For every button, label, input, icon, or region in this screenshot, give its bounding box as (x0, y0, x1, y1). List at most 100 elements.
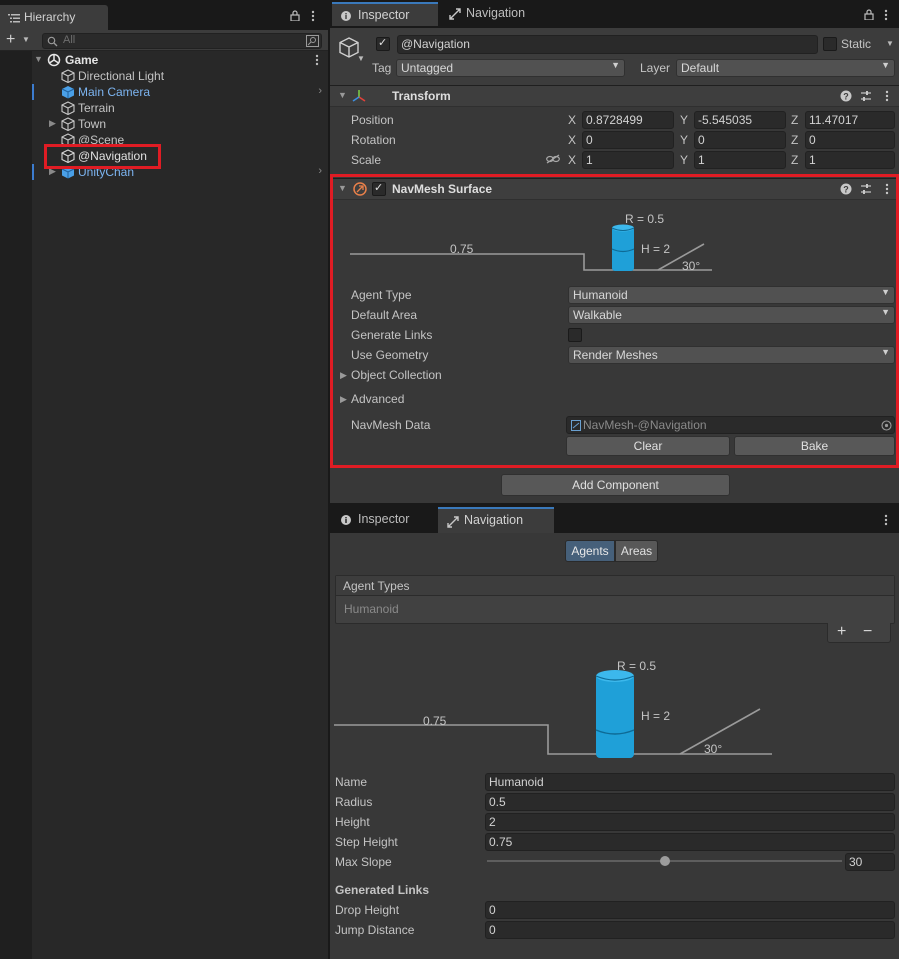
search-filter-icon[interactable] (306, 35, 319, 47)
tab-label: Navigation (466, 6, 526, 20)
scale-z-field[interactable]: 1 (805, 151, 895, 169)
component-menu-icon[interactable] (885, 90, 889, 102)
object-name-field[interactable]: @Navigation (397, 35, 818, 54)
hierarchy-tab-bar: Hierarchy (0, 0, 328, 30)
scene-menu-icon[interactable] (315, 54, 319, 66)
navigation-tab-bar: Inspector Navigation (330, 503, 899, 533)
z-axis-label[interactable]: Z (791, 153, 798, 167)
tab-navigation[interactable]: Navigation (438, 507, 554, 533)
y-axis-label[interactable]: Y (680, 153, 688, 167)
name-field[interactable]: Humanoid (485, 773, 895, 791)
y-axis-label[interactable]: Y (680, 133, 688, 147)
x-axis-label[interactable]: X (568, 133, 576, 147)
remove-agent-button[interactable]: − (863, 623, 872, 641)
radius-field[interactable]: 0.5 (485, 793, 895, 811)
icon-dropdown-caret-icon[interactable]: ▼ (357, 54, 365, 63)
hierarchy-scene-row[interactable]: ▼ Game (32, 52, 328, 68)
kebab-menu-icon[interactable] (311, 10, 315, 22)
add-agent-button[interactable]: + (837, 623, 846, 641)
z-axis-label[interactable]: Z (791, 133, 798, 147)
kebab-menu-icon[interactable] (884, 514, 888, 526)
rotation-y-field[interactable]: 0 (694, 131, 786, 149)
constrain-proportions-icon[interactable] (546, 154, 560, 164)
diagram-step-label: 0.75 (423, 714, 447, 728)
position-z-field[interactable]: 11.47017 (805, 111, 895, 129)
drop-height-field[interactable]: 0 (485, 901, 895, 919)
jump-distance-field[interactable]: 0 (485, 921, 895, 939)
tab-inspector[interactable]: Inspector (332, 2, 438, 26)
position-y-field[interactable]: -5.545035 (694, 111, 786, 129)
position-label: Position (351, 113, 394, 127)
chevron-down-icon: ▼ (611, 60, 620, 70)
active-checkbox[interactable] (376, 36, 390, 51)
hierarchy-item-terrain[interactable]: Terrain (32, 100, 328, 116)
gameobject-cube-icon (61, 101, 75, 115)
modified-marker (32, 164, 34, 180)
tab-navigation[interactable]: Navigation (440, 2, 550, 26)
height-field[interactable]: 2 (485, 813, 895, 831)
search-placeholder: All (63, 34, 76, 46)
tag-dropdown[interactable]: Untagged ▼ (396, 59, 625, 77)
help-icon[interactable]: ? (840, 90, 852, 102)
tab-inspector[interactable]: Inspector (332, 508, 438, 532)
expand-arrow-icon[interactable]: ▼ (34, 54, 43, 64)
gameobject-cube-icon (61, 117, 75, 131)
item-label: Town (78, 117, 107, 131)
info-icon (341, 11, 351, 21)
max-slope-slider-thumb[interactable] (659, 856, 670, 866)
transform-body: Position Rotation Scale X 0.8728499 Y -5… (330, 108, 899, 174)
expand-arrow-icon[interactable]: ▼ (338, 90, 347, 100)
hierarchy-item-town[interactable]: ▶ Town (32, 116, 328, 132)
jump-distance-label: Jump Distance (335, 923, 415, 937)
scale-label: Scale (351, 153, 382, 167)
navigation-panel: Inspector Navigation Agents Areas Agent … (330, 503, 899, 959)
scene-label: Game (65, 53, 99, 67)
chevron-down-icon[interactable]: ▼ (22, 35, 30, 44)
chevron-right-icon[interactable]: › (318, 85, 322, 97)
position-x-field[interactable]: 0.8728499 (582, 111, 674, 129)
rotation-x-field[interactable]: 0 (582, 131, 674, 149)
chevron-down-icon: ▼ (881, 60, 890, 70)
inspector-tab-bar: Inspector Navigation (330, 0, 899, 28)
lock-icon[interactable] (864, 9, 874, 20)
item-label: Terrain (78, 101, 115, 115)
add-plus-icon[interactable]: + (6, 32, 15, 48)
areas-segment-button[interactable]: Areas (615, 540, 658, 562)
hierarchy-search-field[interactable]: All (42, 33, 322, 49)
highlight-box-navigation-item (44, 144, 161, 169)
max-slope-field[interactable]: 30 (845, 853, 895, 871)
add-component-button[interactable]: Add Component (501, 474, 730, 496)
agent-types-header: Agent Types (336, 576, 894, 596)
hierarchy-item-directional-light[interactable]: Directional Light (32, 68, 328, 84)
rotation-z-field[interactable]: 0 (805, 131, 895, 149)
y-axis-label[interactable]: Y (680, 113, 688, 127)
scale-x-field[interactable]: 1 (582, 151, 674, 169)
static-dropdown-caret-icon[interactable]: ▼ (886, 39, 894, 48)
z-axis-label[interactable]: Z (791, 113, 798, 127)
tab-hierarchy[interactable]: Hierarchy (0, 5, 108, 30)
static-checkbox[interactable] (823, 37, 837, 51)
x-axis-label[interactable]: X (568, 153, 576, 167)
kebab-menu-icon[interactable] (884, 9, 888, 21)
lock-icon[interactable] (290, 10, 300, 21)
rotation-label: Rotation (351, 133, 396, 147)
generated-links-heading: Generated Links (335, 883, 430, 897)
preset-icon[interactable] (860, 90, 872, 102)
layer-dropdown[interactable]: Default ▼ (676, 59, 895, 77)
scale-y-field[interactable]: 1 (694, 151, 786, 169)
unity-scene-icon (47, 53, 61, 67)
collapsed-arrow-icon[interactable]: ▶ (49, 118, 56, 129)
search-icon (47, 36, 58, 47)
hierarchy-item-main-camera[interactable]: Main Camera › (32, 84, 328, 100)
x-axis-label[interactable]: X (568, 113, 576, 127)
step-height-field[interactable]: 0.75 (485, 833, 895, 851)
chevron-right-icon[interactable]: › (318, 165, 322, 177)
hierarchy-toolbar: + ▼ All (0, 30, 328, 51)
transform-header[interactable]: ▼ Transform ? (330, 85, 899, 107)
navigation-icon (449, 8, 461, 20)
agents-segment-button[interactable]: Agents (565, 540, 615, 562)
tab-label: Navigation (464, 513, 524, 527)
svg-text:?: ? (843, 92, 849, 102)
radius-label: Radius (335, 795, 373, 809)
agent-type-list-item[interactable]: Humanoid (344, 602, 399, 616)
